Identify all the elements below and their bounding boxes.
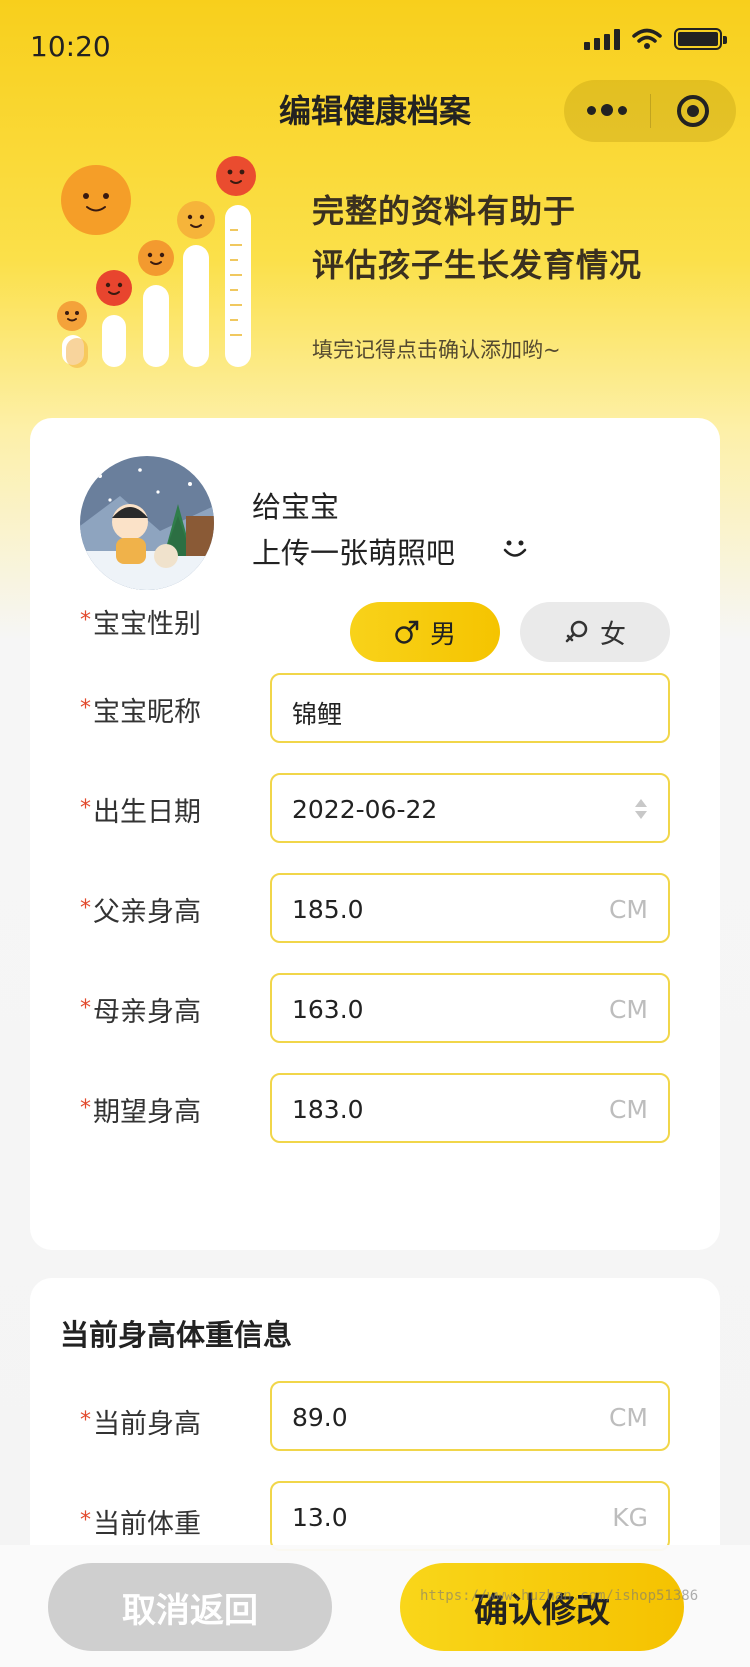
- birthday-picker[interactable]: 2022-06-22: [270, 773, 670, 843]
- watermark-url: https://www.huzhan.com/ishop51386: [420, 1588, 699, 1604]
- upload-prompt-line2: 上传一张萌照吧: [252, 536, 456, 570]
- hero-headline-2: 评估孩子生长发育情况: [312, 246, 643, 284]
- required-star: *: [80, 1096, 91, 1121]
- gender-female-button[interactable]: 女: [520, 602, 670, 662]
- current-weight-value: 13.0: [292, 1503, 348, 1532]
- nickname-value: 锦鲤: [292, 700, 343, 729]
- more-icon: [586, 104, 627, 117]
- growth-chart-illustration: [57, 156, 256, 368]
- expected-height-label: *期望身高: [80, 1096, 201, 1128]
- hero-headline-1: 完整的资料有助于: [312, 192, 577, 230]
- bottom-action-bar: 取消返回 确认修改: [0, 1545, 750, 1667]
- expected-height-value: 183.0: [292, 1095, 364, 1124]
- required-star: *: [80, 1508, 91, 1533]
- mini-program-capsule: [564, 80, 736, 142]
- required-star: *: [80, 608, 91, 633]
- status-bar: 10:20: [0, 0, 750, 90]
- required-star: *: [80, 1408, 91, 1433]
- unit-label: CM: [608, 895, 648, 924]
- unit-label: CM: [608, 1403, 648, 1432]
- current-height-value: 89.0: [292, 1403, 348, 1432]
- unit-label: KG: [612, 1503, 648, 1532]
- required-star: *: [80, 996, 91, 1021]
- avatar-upload[interactable]: [80, 456, 214, 590]
- cancel-button[interactable]: 取消返回: [48, 1563, 332, 1651]
- confirm-button[interactable]: 确认修改: [400, 1563, 684, 1651]
- nickname-input[interactable]: 锦鲤: [270, 673, 670, 743]
- father-height-input[interactable]: 185.0 CM: [270, 873, 670, 943]
- status-icons: [584, 28, 727, 50]
- father-height-label: *父亲身高: [80, 896, 201, 928]
- expected-height-input[interactable]: 183.0 CM: [270, 1073, 670, 1143]
- current-height-label: *当前身高: [80, 1408, 201, 1440]
- smile-icon: [503, 540, 527, 557]
- hero-subtext: 填完记得点击确认添加哟~: [312, 338, 561, 362]
- mother-height-input[interactable]: 163.0 CM: [270, 973, 670, 1043]
- gender-male-button[interactable]: 男: [350, 602, 500, 662]
- nickname-label: *宝宝昵称: [80, 696, 201, 728]
- mother-height-value: 163.0: [292, 995, 364, 1024]
- birthday-label: *出生日期: [80, 796, 201, 828]
- required-star: *: [80, 796, 91, 821]
- birthday-value: 2022-06-22: [292, 795, 438, 824]
- wifi-icon: [632, 28, 662, 49]
- signal-icon: [584, 28, 620, 50]
- sort-arrows-icon: [635, 799, 647, 819]
- required-star: *: [80, 896, 91, 921]
- gender-male-label: 男: [429, 619, 456, 650]
- unit-label: CM: [608, 995, 648, 1024]
- current-weight-label: *当前体重: [80, 1508, 201, 1540]
- avatar-image: [80, 456, 214, 590]
- gender-female-label: 女: [599, 619, 626, 650]
- profile-card: 给宝宝 上传一张萌照吧 *宝宝性别 男 女 *宝宝昵称 锦鲤 *出生日期 202…: [30, 418, 720, 1250]
- father-height-value: 185.0: [292, 895, 364, 924]
- female-icon: [565, 620, 588, 643]
- unit-label: CM: [608, 1095, 648, 1124]
- mother-height-label: *母亲身高: [80, 996, 201, 1028]
- current-height-input[interactable]: 89.0 CM: [270, 1381, 670, 1451]
- section-title: 当前身高体重信息: [60, 1318, 293, 1352]
- battery-icon: [674, 28, 727, 50]
- more-button[interactable]: [564, 80, 650, 142]
- upload-prompt-line1: 给宝宝: [252, 490, 340, 524]
- gender-label: *宝宝性别: [80, 608, 201, 640]
- required-star: *: [80, 696, 91, 721]
- close-miniprogram-button[interactable]: [651, 80, 737, 142]
- male-icon: [395, 620, 419, 644]
- status-time: 10:20: [30, 30, 111, 63]
- target-icon: [677, 95, 710, 127]
- current-weight-input[interactable]: 13.0 KG: [270, 1481, 670, 1551]
